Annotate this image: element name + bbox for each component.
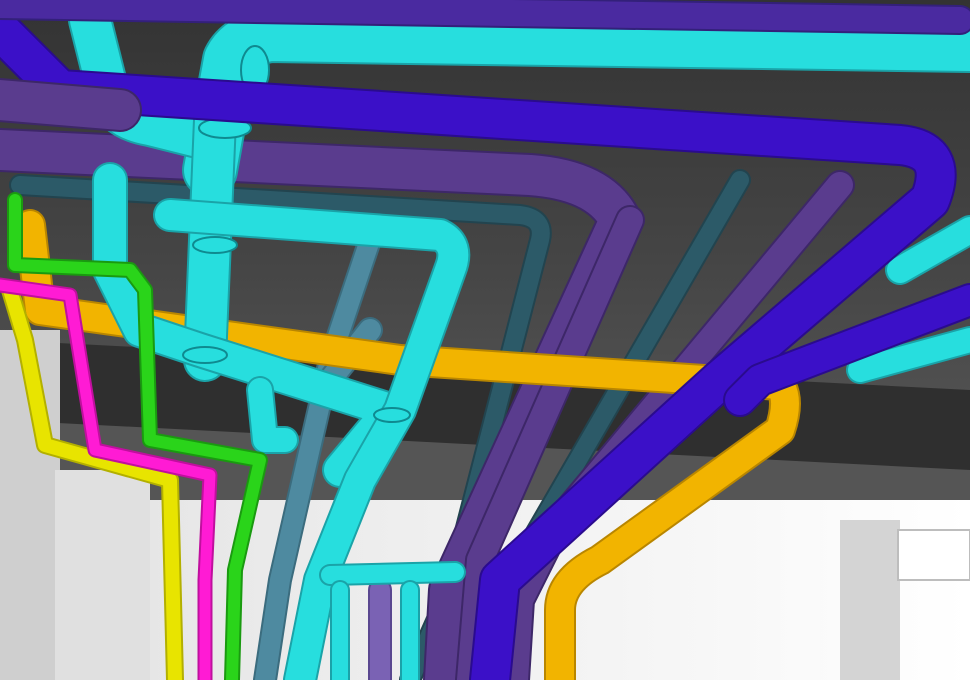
pipe-network-render: [0, 0, 970, 680]
right-window: [897, 529, 970, 581]
cyan-fitting-4: [373, 407, 411, 423]
cyan-fitting-3: [182, 346, 228, 364]
blue-pipe-left: [0, 80, 140, 130]
cyan-fitting-2: [192, 236, 238, 254]
cyan-pipe-horizontal-low: [321, 563, 464, 584]
right-pillar: [840, 520, 900, 680]
blue-pipe-upper: [0, 0, 970, 33]
left-column-shade: [55, 470, 150, 680]
